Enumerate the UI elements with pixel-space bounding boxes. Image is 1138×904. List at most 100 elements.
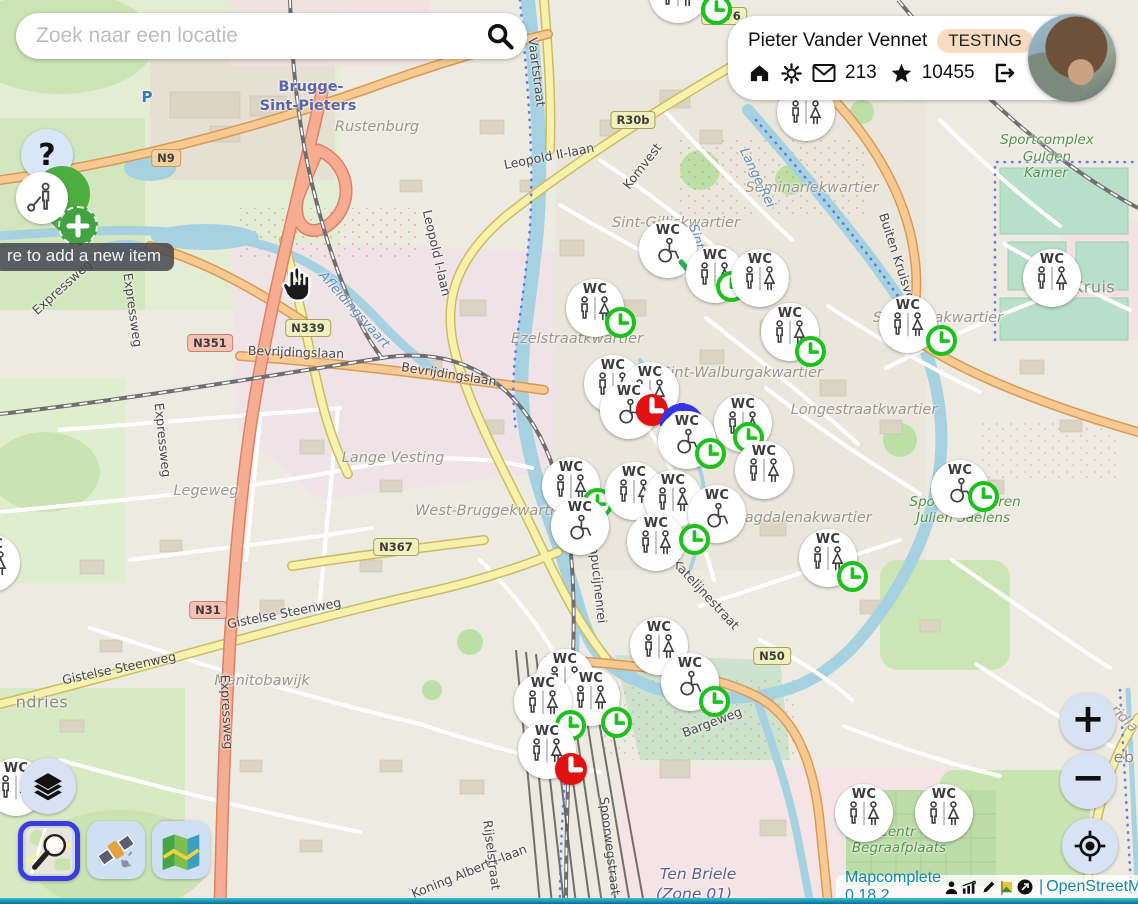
opening-hours-clock-badge[interactable] (837, 561, 868, 592)
toilet-marker[interactable]: WC (1023, 249, 1081, 307)
toilets-wheelchair-icon (676, 670, 704, 697)
messages-count: 213 (845, 62, 877, 84)
wc-label: WC (656, 224, 680, 237)
wc-label: WC (622, 466, 646, 479)
opening-hours-clock-badge[interactable] (926, 325, 957, 356)
toilets-mf-icon (890, 312, 926, 337)
layers-button[interactable] (20, 758, 76, 814)
zoom-out-button[interactable]: − (1060, 753, 1116, 809)
toilets-mf-icon (1034, 266, 1070, 291)
opening-hours-clock-badge[interactable] (701, 0, 732, 25)
basemap-carto-button[interactable] (18, 821, 80, 881)
wc-label: WC (568, 501, 592, 514)
wc-label: WC (703, 249, 727, 262)
wc-label: WC (816, 533, 840, 546)
wc-label: WC (675, 415, 699, 428)
search-bar (16, 13, 527, 59)
edit-pencil-icon[interactable] (981, 880, 996, 895)
opening-hours-clock-badge[interactable] (699, 686, 730, 717)
opening-hours-clock-badge[interactable] (695, 438, 726, 469)
toilets-mf-icon (0, 551, 9, 576)
geolocate-button[interactable] (1062, 818, 1118, 874)
wc-label: WC (778, 307, 802, 320)
wc-label: WC (647, 621, 671, 634)
toilet-marker[interactable]: WC (627, 513, 685, 571)
toilet-marker[interactable]: WC (735, 441, 793, 499)
poi-marker-layer: WC WC (0, 0, 1138, 904)
toilet-marker[interactable]: WC (0, 534, 20, 592)
wc-label: WC (896, 299, 920, 312)
toilets-mf-icon (846, 801, 882, 826)
chart-icon[interactable] (962, 880, 978, 895)
user-avatar[interactable] (1028, 14, 1116, 102)
wc-label: WC (638, 366, 662, 379)
toilets-wheelchair-icon (566, 514, 594, 541)
crosshair-icon (1073, 829, 1107, 863)
wc-label: WC (932, 788, 956, 801)
wc-label: WC (559, 461, 583, 474)
user-name[interactable]: Pieter Vander Vennet (748, 30, 927, 52)
toilet-marker[interactable]: WC (731, 249, 789, 307)
wc-label: WC (0, 538, 3, 551)
messages-envelope-icon[interactable] (812, 63, 836, 83)
settings-gear-icon[interactable] (780, 62, 803, 85)
wc-label: WC (731, 398, 755, 411)
osm-carto-icon (26, 828, 72, 874)
wc-label: WC (535, 725, 559, 738)
toilet-marker[interactable]: WC (915, 784, 973, 842)
changeset-count: 10455 (922, 62, 975, 84)
wc-label: WC (644, 517, 668, 530)
search-input[interactable] (34, 23, 485, 49)
wc-label: WC (705, 489, 729, 502)
opening-hours-clock-badge[interactable] (555, 753, 587, 785)
opening-hours-clock-badge[interactable] (679, 524, 710, 555)
basemap-map-button[interactable] (152, 821, 210, 879)
toilet-marker[interactable]: WC (649, 0, 707, 23)
wc-label: WC (678, 657, 702, 670)
wc-label: WC (601, 359, 625, 372)
search-icon[interactable] (485, 21, 515, 51)
attribution-bar: Mapcomplete 0.18.2 (836, 875, 1138, 899)
wc-label: WC (579, 672, 603, 685)
opening-hours-clock-badge[interactable] (601, 707, 632, 738)
home-icon[interactable] (748, 62, 771, 85)
wc-label: WC (1040, 253, 1064, 266)
opening-hours-clock-badge[interactable] (968, 481, 999, 512)
toilet-marker[interactable]: WC (835, 784, 893, 842)
toilets-mf-icon (660, 0, 696, 7)
toilet-marker[interactable]: WC (551, 497, 609, 555)
wc-label: WC (852, 788, 876, 801)
wc-label: WC (752, 445, 776, 458)
basemap-satellite-button[interactable] (87, 821, 145, 879)
opening-hours-clock-badge[interactable] (605, 307, 636, 338)
openstreetmap-link[interactable]: OpenStreetMap (1046, 878, 1138, 896)
statistics-icon[interactable] (944, 880, 959, 895)
wc-label: WC (948, 464, 972, 477)
hand-cursor (276, 263, 316, 305)
toilets-mf-icon (926, 801, 962, 826)
opening-hours-clock-badge[interactable] (795, 336, 826, 367)
wc-label: WC (661, 474, 685, 487)
add-plus-icon (58, 206, 98, 246)
logout-icon[interactable] (992, 61, 1016, 85)
toilets-mf-icon (742, 266, 778, 291)
add-item-tooltip: re to add a new item (0, 243, 174, 271)
bottom-edge-bar (0, 898, 1138, 904)
wc-label: WC (583, 283, 607, 296)
forum-icon[interactable] (1017, 879, 1033, 895)
zoom-in-button[interactable]: + (1060, 693, 1116, 749)
toilets-mf-icon (746, 458, 782, 483)
testing-badge: TESTING (937, 29, 1033, 53)
toilets-mf-icon (573, 685, 609, 710)
wc-label: WC (748, 253, 772, 266)
community-map-icon[interactable] (999, 880, 1014, 895)
folded-map-icon (159, 828, 203, 872)
toilets-mf-icon (788, 100, 824, 125)
attribution-divider: | (1039, 878, 1043, 896)
mapcomplete-app: Brugge-Sint-PietersRustenburgSint-Gillis… (0, 0, 1138, 904)
star-icon[interactable] (890, 62, 913, 85)
wc-label: WC (553, 653, 577, 666)
toilets-mf-icon (638, 530, 674, 555)
toilets-mf-icon (525, 690, 561, 715)
toilets-mf-icon (655, 487, 691, 512)
